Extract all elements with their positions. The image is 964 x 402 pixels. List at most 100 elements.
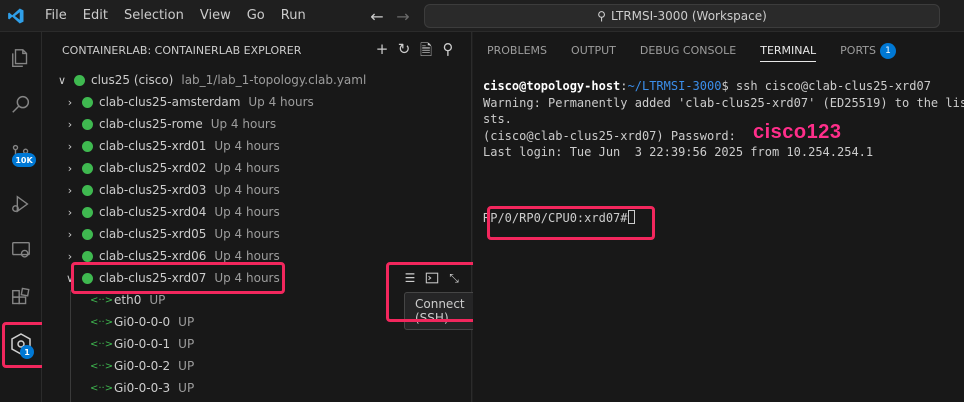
menu-run[interactable]: Run <box>273 0 314 32</box>
status-dot <box>82 140 93 152</box>
interface-name: Gi0-0-0-3 <box>114 381 171 395</box>
chevron-right-icon: › <box>67 161 73 175</box>
interface-status: UP <box>178 381 195 395</box>
interface-name: Gi0-0-0-2 <box>114 359 171 373</box>
run-debug-icon[interactable] <box>0 182 42 226</box>
vscode-logo-icon <box>3 3 29 29</box>
tab-ports[interactable]: PORTS 1 <box>840 32 896 68</box>
activity-bar: 10K 1 <box>0 32 48 402</box>
tab-debug-console[interactable]: DEBUG CONSOLE <box>640 32 736 68</box>
explorer-actions: + ↻ 🗎 ⚲ <box>371 40 459 65</box>
lab-row[interactable]: ∨ clus25 (cisco) lab_1/lab_1-topology.cl… <box>42 69 472 91</box>
node-name: clab-clus25-xrd06 <box>99 249 207 263</box>
node-status: Up 4 hours <box>214 139 280 153</box>
status-dot <box>82 206 93 218</box>
status-dot <box>74 74 85 86</box>
panel-tabs: PROBLEMS OUTPUT DEBUG CONSOLE TERMINAL P… <box>473 32 964 68</box>
status-dot <box>82 118 93 130</box>
search-icon[interactable]: ⚲ <box>437 40 459 65</box>
node-row[interactable]: › clab-clus25-xrd01 Up 4 hours <box>42 135 472 157</box>
forward-arrow-icon[interactable]: → <box>392 7 414 26</box>
command-center-search[interactable]: ⚲ LTRMSI-3000 (Workspace) <box>424 4 940 28</box>
menu-edit[interactable]: Edit <box>75 0 116 32</box>
node-name: clab-clus25-xrd05 <box>99 227 207 241</box>
node-status: Up 4 hours <box>248 95 314 109</box>
title-bar: File Edit Selection View Go Run ← → ⚲ LT… <box>0 0 964 32</box>
chevron-right-icon: › <box>67 139 73 153</box>
node-row[interactable]: › clab-clus25-xrd03 Up 4 hours <box>42 179 472 201</box>
prompt-user: cisco@topology-host <box>483 79 621 93</box>
node-status: Up 4 hours <box>214 183 280 197</box>
node-status: Up 4 hours <box>214 227 280 241</box>
router-prompt-highlight-box <box>487 206 655 240</box>
terminal-line-lastlogin: Last login: Tue Jun 3 22:39:56 2025 from… <box>483 145 874 159</box>
interface-row[interactable]: <··> Gi0-0-0-2 UP <box>42 355 472 377</box>
menu-file[interactable]: File <box>37 0 75 32</box>
menu-view[interactable]: View <box>192 0 239 32</box>
interface-status: UP <box>178 315 195 329</box>
node-name: clab-clus25-rome <box>99 117 203 131</box>
search-icon: ⚲ <box>597 9 606 23</box>
interface-row[interactable]: <··> Gi0-0-0-1 UP <box>42 333 472 355</box>
chevron-right-icon: › <box>67 249 73 263</box>
workspace-name: LTRMSI-3000 (Workspace) <box>610 9 767 23</box>
node-name: clab-clus25-xrd01 <box>99 139 207 153</box>
node-name: clab-clus25-xrd04 <box>99 205 207 219</box>
interface-status: UP <box>178 359 195 373</box>
interface-row[interactable]: <··> Gi0-0-0-3 UP <box>42 377 472 399</box>
menu-selection[interactable]: Selection <box>116 0 192 32</box>
node-status: Up 4 hours <box>214 205 280 219</box>
chevron-down-icon: ∨ <box>57 73 67 87</box>
node-row[interactable]: › clab-clus25-xrd02 Up 4 hours <box>42 157 472 179</box>
chevron-right-icon: › <box>67 183 73 197</box>
interface-name: eth0 <box>114 293 142 307</box>
terminal-line-sts: sts. <box>483 112 512 126</box>
status-dot <box>82 250 93 262</box>
chevron-right-icon: › <box>67 205 73 219</box>
refresh-icon[interactable]: ↻ <box>393 40 415 65</box>
node-row[interactable]: › clab-clus25-amsterdam Up 4 hours <box>42 91 472 113</box>
terminal-output[interactable]: cisco@topology-host:~/LTRMSI-3000$ ssh c… <box>483 78 964 227</box>
chevron-right-icon: › <box>67 117 73 131</box>
tab-problems[interactable]: PROBLEMS <box>487 32 547 68</box>
status-dot <box>82 184 93 196</box>
remote-explorer-icon[interactable] <box>0 228 42 272</box>
node-status: Up 4 hours <box>214 161 280 175</box>
chevron-right-icon: › <box>67 227 73 241</box>
explorer-icon[interactable] <box>0 36 42 80</box>
interface-status: UP <box>149 293 166 307</box>
node-status: Up 4 hours <box>214 249 280 263</box>
menu-bar: File Edit Selection View Go Run <box>37 0 314 32</box>
tab-terminal[interactable]: TERMINAL <box>760 32 816 68</box>
node-name: clab-clus25-xrd03 <box>99 183 207 197</box>
lab-name: clus25 (cisco) <box>91 73 174 87</box>
ports-badge: 1 <box>880 43 896 59</box>
interface-link-icon: <··> <box>90 338 114 350</box>
back-arrow-icon[interactable]: ← <box>366 7 388 26</box>
node-name: clab-clus25-amsterdam <box>99 95 241 109</box>
tab-output[interactable]: OUTPUT <box>571 32 616 68</box>
bottom-panel: PROBLEMS OUTPUT DEBUG CONSOLE TERMINAL P… <box>473 32 964 402</box>
status-dot <box>82 96 93 108</box>
node-row[interactable]: › clab-clus25-xrd04 Up 4 hours <box>42 201 472 223</box>
add-lab-icon[interactable]: + <box>371 40 393 65</box>
tab-ports-label: PORTS <box>840 44 876 57</box>
password-annotation: cisco123 <box>753 121 842 143</box>
node-row[interactable]: › clab-clus25-xrd05 Up 4 hours <box>42 223 472 245</box>
node-name: clab-clus25-xrd02 <box>99 161 207 175</box>
new-file-icon[interactable]: 🗎 <box>415 40 437 65</box>
search-icon[interactable] <box>0 82 42 126</box>
nav-arrows: ← → <box>366 0 418 32</box>
interface-link-icon: <··> <box>90 382 114 394</box>
menu-go[interactable]: Go <box>239 0 273 32</box>
terminal-line-warning: Warning: Permanently added 'clab-clus25-… <box>483 95 964 110</box>
extensions-icon[interactable] <box>0 276 42 320</box>
interface-link-icon: <··> <box>90 360 114 372</box>
prompt-command: $ ssh cisco@clab-clus25-xrd07 <box>721 79 931 93</box>
node-row[interactable]: › clab-clus25-rome Up 4 hours <box>42 113 472 135</box>
interface-name: Gi0-0-0-0 <box>114 315 171 329</box>
interface-link-icon: <··> <box>90 316 114 328</box>
status-dot <box>82 162 93 174</box>
interface-status: UP <box>178 337 195 351</box>
terminal-line-password: (cisco@clab-clus25-xrd07) Password: <box>483 128 736 143</box>
